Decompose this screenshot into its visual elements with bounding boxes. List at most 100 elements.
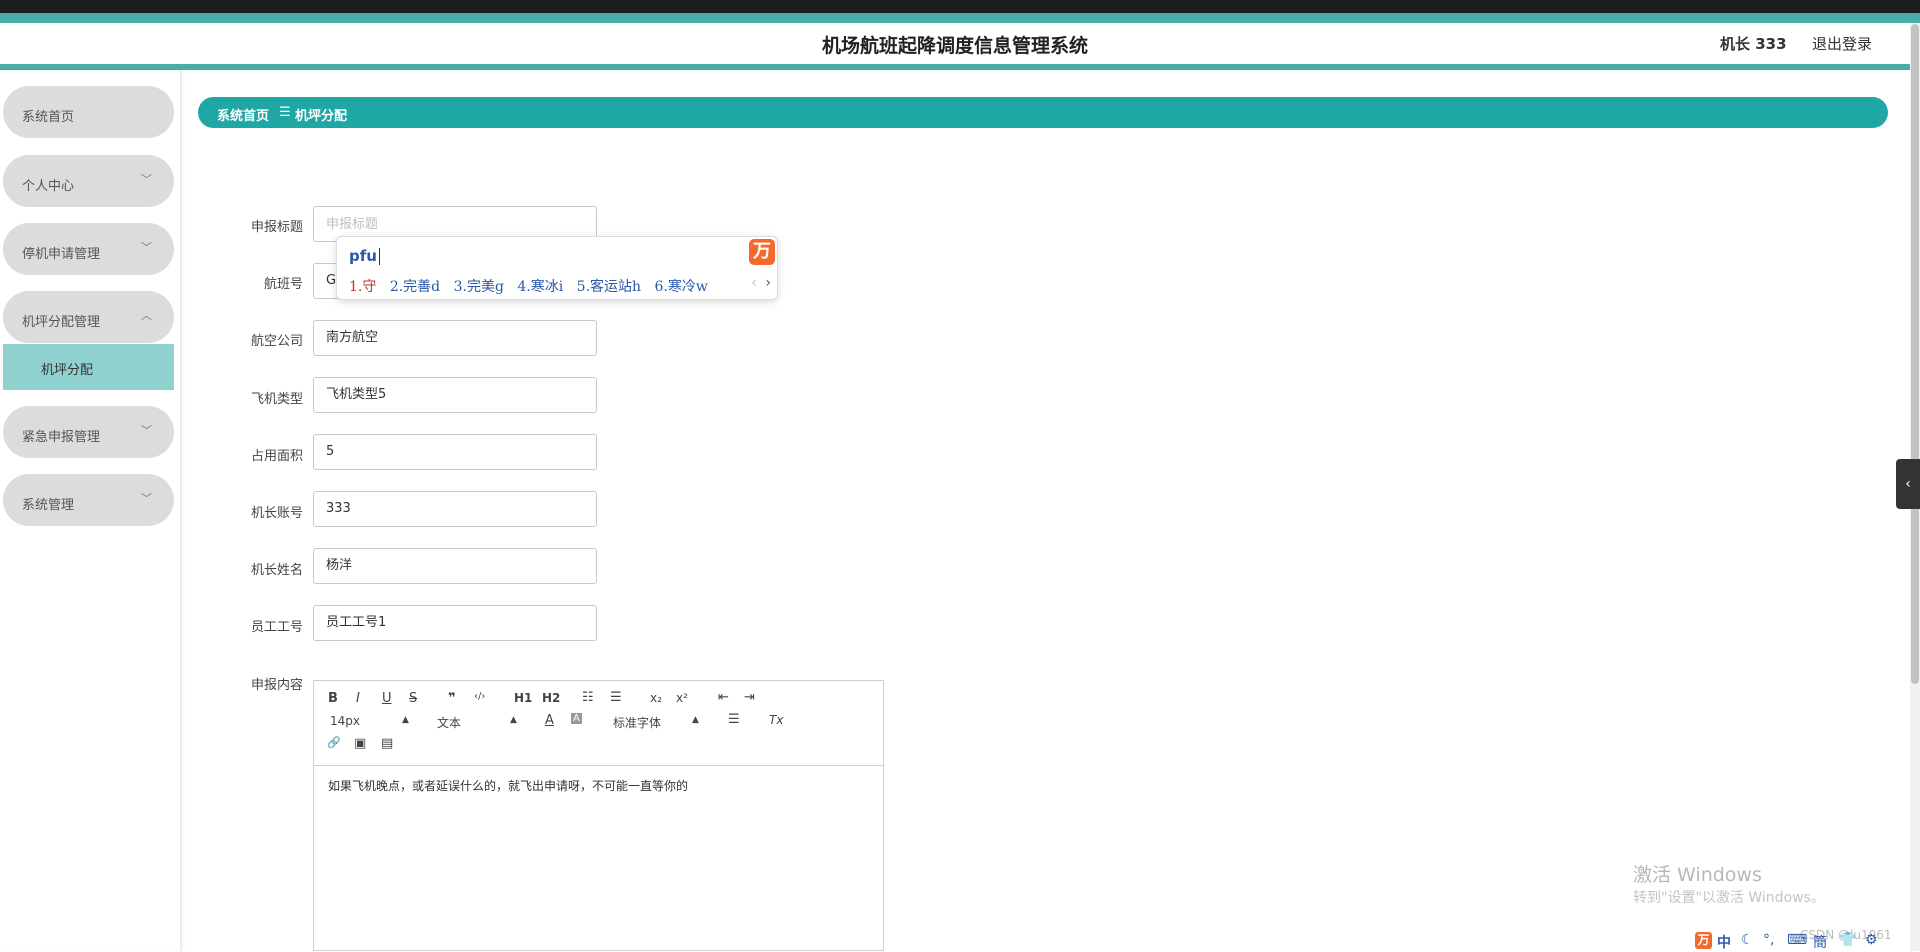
sidebar-item-personal-center[interactable]: 个人中心 ﹀ <box>3 155 174 207</box>
font-size-select[interactable]: 14px <box>330 714 360 728</box>
moon-icon[interactable]: ☾ <box>1741 932 1754 948</box>
clean-format-button[interactable]: Tx <box>769 713 783 727</box>
side-collapse-tab[interactable]: ‹ <box>1896 459 1920 509</box>
sidebar-subitem-apron-allocation[interactable]: 机坪分配 <box>3 344 174 390</box>
ime-candidate[interactable]: 2.完善d <box>390 279 440 295</box>
breadcrumb-current: 机坪分配 <box>295 109 348 124</box>
ime-logo-icon: 万 <box>749 239 775 265</box>
ime-candidate-popup: pfu 万 1.守 2.完善d 3.完美g 4.寒冰i 5.客运站h 6.寒冷w… <box>336 236 778 300</box>
header1-button[interactable]: H1 <box>514 691 532 705</box>
windows-activation-watermark: 激活 Windows <box>1633 864 1762 886</box>
app-title: 机场航班起降调度信息管理系统 <box>821 35 1088 57</box>
chevron-down-icon: ﹀ <box>141 492 152 505</box>
captain-account-input[interactable]: 333 <box>313 491 597 527</box>
ime-tray-logo-icon[interactable]: 万 <box>1695 932 1712 949</box>
sidebar-subitem-label: 机坪分配 <box>41 363 94 378</box>
employee-id-input[interactable]: 员工工号1 <box>313 605 597 641</box>
skin-icon[interactable]: 👕 <box>1839 932 1856 948</box>
indent-less-button[interactable]: ⇤ <box>718 690 729 705</box>
bullet-list-button[interactable]: ☰ <box>610 690 622 705</box>
employee-id-label: 员工工号 <box>250 620 303 635</box>
chevron-down-icon: ﹀ <box>141 424 152 437</box>
flight-label: 航班号 <box>263 277 303 292</box>
content-label: 申报内容 <box>250 678 303 693</box>
subscript-button[interactable]: x₂ <box>650 691 662 705</box>
ordered-list-button[interactable]: ☷ <box>582 690 594 705</box>
code-block-button[interactable]: ‹/› <box>474 691 485 702</box>
strike-button[interactable]: S <box>409 691 417 706</box>
sidebar-item-label: 个人中心 <box>22 179 75 194</box>
sidebar-item-label: 系统管理 <box>22 498 75 513</box>
select-arrow-icon: ▲ <box>510 715 517 725</box>
header-divider <box>0 64 1910 70</box>
ime-candidate[interactable]: 5.客运站h <box>577 279 641 295</box>
sidebar-item-apron-allocation[interactable]: 机坪分配管理 ︿ <box>3 291 174 343</box>
image-icon[interactable]: ▣ <box>354 736 366 751</box>
current-user: 机长 333 <box>1720 35 1787 53</box>
editor-content[interactable]: 如果飞机晚点，或者延误什么的，就飞出申请呀，不可能一直等你的 <box>328 777 688 794</box>
aircraft-type-label: 飞机类型 <box>250 392 303 407</box>
captain-name-input[interactable]: 杨洋 <box>313 548 597 584</box>
font-family-select[interactable]: 标准字体 <box>613 714 661 731</box>
video-icon[interactable]: ▤ <box>381 736 393 751</box>
rich-text-editor: B I U S ❞ ‹/› H1 H2 ☷ ☰ x₂ x² ⇤ ⇥ 14px ▲… <box>313 680 884 951</box>
ime-composition-text: pfu <box>349 247 377 265</box>
aircraft-type-input[interactable]: 飞机类型5 <box>313 377 597 413</box>
settings-icon[interactable]: ⚙ <box>1865 932 1878 948</box>
background-color-button[interactable]: A <box>571 713 582 724</box>
link-icon[interactable]: 🔗 <box>327 736 341 749</box>
header-top-accent <box>0 13 1920 23</box>
sidebar-item-emergency-reports[interactable]: 紧急申报管理 ﹀ <box>3 406 174 458</box>
ime-candidate[interactable]: 1.守 <box>349 279 376 295</box>
header-select[interactable]: 文本 <box>437 714 461 731</box>
ime-candidate[interactable]: 6.寒冷w <box>655 279 708 295</box>
editor-toolbar: B I U S ❞ ‹/› H1 H2 ☷ ☰ x₂ x² ⇤ ⇥ 14px ▲… <box>314 681 883 766</box>
system-tray: 万 中 ☾ °, ⌨ 簡 👕 ⚙ <box>1693 930 1920 951</box>
superscript-button[interactable]: x² <box>676 691 688 705</box>
ime-language-icon[interactable]: 中 <box>1717 932 1731 952</box>
sidebar-item-parking-requests[interactable]: 停机申请管理 ﹀ <box>3 223 174 275</box>
logout-button[interactable]: 退出登录 <box>1812 33 1872 54</box>
sidebar-item-label: 停机申请管理 <box>22 247 101 262</box>
sidebar-item-label: 系统首页 <box>22 110 75 125</box>
bold-button[interactable]: B <box>328 691 338 706</box>
sidebar-item-system-management[interactable]: 系统管理 ﹀ <box>3 474 174 526</box>
sidebar-item-home[interactable]: 系统首页 <box>3 86 174 138</box>
ime-candidates: 1.守 2.完善d 3.完美g 4.寒冰i 5.客运站h 6.寒冷w <box>349 276 717 296</box>
select-arrow-icon: ▲ <box>692 715 699 725</box>
text-color-button[interactable]: A <box>545 713 554 728</box>
sidebar: 系统首页 个人中心 ﹀ 停机申请管理 ﹀ 机坪分配管理 ︿ 机坪分配 紧急申报管… <box>0 70 181 951</box>
app-header: 机场航班起降调度信息管理系统 机长 333 退出登录 <box>0 23 1910 64</box>
chevron-up-icon: ︿ <box>141 309 152 322</box>
browser-topbar <box>0 0 1920 13</box>
ime-next-page-icon[interactable]: › <box>765 275 771 291</box>
captain-name-label: 机长姓名 <box>250 563 303 578</box>
breadcrumb: 系统首页 ☰ 机坪分配 <box>198 97 1888 128</box>
header2-button[interactable]: H2 <box>542 691 560 705</box>
area-input[interactable]: 5 <box>313 434 597 470</box>
sidebar-item-label: 紧急申报管理 <box>22 430 101 445</box>
area-label: 占用面积 <box>250 449 303 464</box>
captain-account-label: 机长账号 <box>250 506 303 521</box>
windows-activation-hint: 转到"设置"以激活 Windows。 <box>1633 890 1825 906</box>
align-button[interactable]: ☰ <box>728 712 740 727</box>
scrollbar-thumb[interactable] <box>1911 24 1919 684</box>
chevron-down-icon: ﹀ <box>141 241 152 254</box>
keyboard-icon[interactable]: ⌨ <box>1787 932 1807 948</box>
indent-more-button[interactable]: ⇥ <box>744 690 755 705</box>
airline-label: 航空公司 <box>250 334 303 349</box>
simplified-icon[interactable]: 簡 <box>1813 932 1827 952</box>
sidebar-item-label: 机坪分配管理 <box>22 315 101 330</box>
ime-candidate[interactable]: 4.寒冰i <box>517 279 563 295</box>
underline-button[interactable]: U <box>382 691 392 706</box>
punctuation-icon[interactable]: °, <box>1763 932 1774 948</box>
breadcrumb-separator-icon: ☰ <box>279 105 291 120</box>
italic-button[interactable]: I <box>356 691 360 706</box>
breadcrumb-home[interactable]: 系统首页 <box>217 105 269 124</box>
ime-composition: pfu <box>349 247 380 265</box>
airline-input[interactable]: 南方航空 <box>313 320 597 356</box>
ime-prev-page-icon[interactable]: ‹ <box>751 275 757 291</box>
blockquote-button[interactable]: ❞ <box>448 691 456 706</box>
text-cursor <box>378 248 380 265</box>
ime-candidate[interactable]: 3.完美g <box>454 279 504 295</box>
